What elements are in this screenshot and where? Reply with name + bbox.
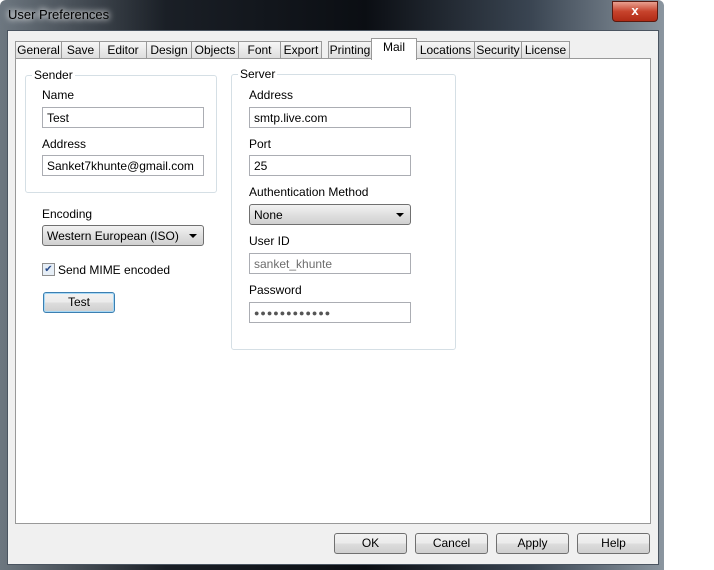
encoding-label: Encoding bbox=[42, 207, 93, 221]
sender-legend: Sender bbox=[32, 68, 75, 82]
name-label: Name bbox=[42, 88, 75, 102]
tab-objects[interactable]: Objects bbox=[191, 41, 239, 59]
name-field[interactable]: Test bbox=[42, 107, 204, 128]
sender-address-label: Address bbox=[42, 137, 87, 151]
auth-method-select[interactable]: None bbox=[249, 204, 411, 225]
tab-design[interactable]: Design bbox=[146, 41, 192, 59]
help-button[interactable]: Help bbox=[577, 533, 650, 554]
sender-group: Sender Name Test Address Sanket7khunte@g… bbox=[25, 68, 217, 193]
password-label: Password bbox=[249, 283, 302, 297]
auth-method-label: Authentication Method bbox=[249, 185, 369, 199]
password-field[interactable]: ●●●●●●●●●●●● bbox=[249, 302, 411, 323]
tab-security[interactable]: Security bbox=[474, 41, 522, 59]
auth-method-value: None bbox=[254, 208, 283, 222]
mime-checkbox[interactable]: ✔ bbox=[42, 263, 55, 276]
userid-label: User ID bbox=[249, 234, 290, 248]
mail-panel: Sender Name Test Address Sanket7khunte@g… bbox=[15, 58, 651, 524]
cancel-button[interactable]: Cancel bbox=[415, 533, 488, 554]
mime-label: Send MIME encoded bbox=[58, 263, 171, 277]
port-label: Port bbox=[249, 137, 272, 151]
dialog-client: General Save Editor Design Objects Font … bbox=[7, 30, 659, 565]
tab-general[interactable]: General bbox=[15, 41, 62, 59]
encoding-value: Western European (ISO) bbox=[47, 229, 179, 243]
tab-mail[interactable]: Mail bbox=[371, 38, 417, 60]
server-group: Server Address smtp.live.com Port 25 Aut… bbox=[231, 67, 456, 350]
tab-font[interactable]: Font bbox=[238, 41, 281, 59]
port-field[interactable]: 25 bbox=[249, 155, 411, 176]
sender-address-field[interactable]: Sanket7khunte@gmail.com bbox=[42, 155, 204, 176]
window-title: User Preferences bbox=[8, 7, 110, 22]
test-button[interactable]: Test bbox=[43, 292, 115, 313]
dialog-window: User Preferences x General Save Editor D… bbox=[0, 0, 664, 570]
encoding-select[interactable]: Western European (ISO) bbox=[42, 225, 204, 246]
chevron-down-icon bbox=[189, 234, 197, 238]
userid-field[interactable]: sanket_khunte bbox=[249, 253, 411, 274]
apply-button[interactable]: Apply bbox=[496, 533, 569, 554]
close-button[interactable]: x bbox=[612, 1, 658, 22]
chevron-down-icon bbox=[396, 213, 404, 217]
tab-license[interactable]: License bbox=[521, 41, 570, 59]
server-address-label: Address bbox=[249, 88, 294, 102]
tab-save[interactable]: Save bbox=[61, 41, 100, 59]
tab-export[interactable]: Export bbox=[280, 41, 322, 59]
tab-locations[interactable]: Locations bbox=[416, 41, 475, 59]
tab-editor[interactable]: Editor bbox=[99, 41, 147, 59]
tab-printing[interactable]: Printing bbox=[328, 41, 372, 59]
server-address-field[interactable]: smtp.live.com bbox=[249, 107, 411, 128]
ok-button[interactable]: OK bbox=[334, 533, 407, 554]
server-legend: Server bbox=[238, 67, 278, 81]
